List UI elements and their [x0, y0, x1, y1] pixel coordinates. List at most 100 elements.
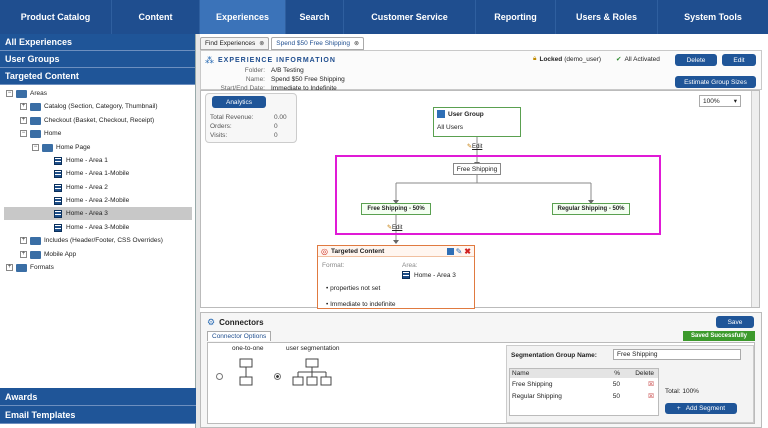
tree-node-checkout[interactable]: + Checkout (Basket, Checkout, Receipt) [20, 114, 154, 127]
nav-system-tools[interactable]: System Tools [658, 0, 768, 34]
nav-content[interactable]: Content [112, 0, 200, 34]
tree-node-home-area-1-mobile[interactable]: Home - Area 1-Mobile [54, 167, 129, 180]
folder-icon [42, 143, 53, 152]
accordion-all-experiences[interactable]: All Experiences [0, 34, 195, 51]
collapse-icon[interactable]: − [20, 130, 27, 137]
user-group-node[interactable]: User Group All Users [433, 107, 521, 137]
folder-label: Folder: [244, 67, 265, 74]
expand-icon[interactable]: + [20, 117, 27, 124]
check-icon: ✔ [616, 56, 622, 63]
delete-button[interactable]: Delete [675, 54, 717, 66]
close-icon[interactable]: ⊗ [259, 40, 264, 47]
row-pct[interactable]: 50 [590, 393, 620, 400]
split-node[interactable]: Free Shipping [453, 163, 501, 175]
tree-node-home-page[interactable]: − Home Page [32, 141, 90, 154]
nav-search[interactable]: Search [286, 0, 344, 34]
radio-user-segmentation[interactable] [274, 373, 281, 380]
edit-label: Edit [472, 143, 483, 150]
tab-spend-50-free-shipping[interactable]: Spend $50 Free Shipping ⊗ [271, 37, 365, 50]
connectors-heading: ⚙ Connectors [207, 317, 264, 328]
main-panel: Find Experiences ⊗ Spend $50 Free Shippin… [200, 34, 768, 428]
tree-label: Includes (Header/Footer, CSS Overrides) [44, 237, 163, 244]
accordion-targeted-content[interactable]: Targeted Content [0, 68, 195, 85]
tree-node-catalog[interactable]: + Catalog (Section, Category, Thumbnail) [20, 100, 158, 113]
left-panel: All Experiences User Groups Targeted Con… [0, 34, 196, 428]
tree-node-home-area-3-mobile[interactable]: Home - Area 3-Mobile [54, 221, 129, 234]
section-title: EXPERIENCE INFORMATION [218, 57, 336, 64]
area-value: Home - Area 3 [402, 271, 456, 279]
canvas-scrollbar[interactable] [751, 91, 759, 307]
editor-tabs: Find Experiences ⊗ Spend $50 Free Shippin… [200, 37, 366, 50]
edit-button[interactable]: Edit [722, 54, 756, 66]
folder-icon [30, 250, 41, 259]
target-icon: ◎ [321, 246, 328, 256]
branch-regular-shipping[interactable]: Regular Shipping - 50% [552, 203, 630, 215]
edit-link-1[interactable]: ✎ Edit [467, 143, 483, 151]
segmentation-box: Segmentation Group Name: Free Shipping N… [506, 345, 754, 423]
add-segment-button[interactable]: + Add Segment [665, 403, 737, 414]
radio-one-to-one[interactable] [216, 373, 223, 380]
delete-icon[interactable]: ☒ [620, 392, 654, 400]
close-icon[interactable]: ✖ [464, 247, 471, 256]
nav-reporting[interactable]: Reporting [476, 0, 556, 34]
grid-icon[interactable] [446, 247, 454, 255]
seg-group-input[interactable]: Free Shipping [613, 349, 741, 360]
tree-label: Home - Area 1 [66, 157, 108, 164]
lock-icon: 🔒︎ [533, 55, 537, 62]
tree-node-home-area-2-mobile[interactable]: Home - Area 2-Mobile [54, 194, 129, 207]
edit-icon[interactable]: ✎ [456, 247, 463, 256]
collapse-icon[interactable]: − [6, 90, 13, 97]
collapse-icon[interactable]: − [32, 144, 39, 151]
add-segment-label: Add Segment [685, 405, 726, 412]
delete-icon[interactable]: ☒ [620, 380, 654, 388]
folder-icon [16, 89, 27, 98]
expand-icon[interactable]: + [20, 251, 27, 258]
tree-label: Home - Area 3-Mobile [66, 224, 130, 231]
area-icon [54, 209, 62, 218]
targeted-content-node[interactable]: ◎ Targeted Content ✎ ✖ Format: Area: Hom… [317, 245, 475, 309]
nav-customer-service[interactable]: Customer Service [344, 0, 476, 34]
tree-label: Formats [30, 264, 54, 271]
expand-icon[interactable]: + [20, 237, 27, 244]
locked-user: (demo_user) [564, 55, 602, 63]
tree-node-formats[interactable]: + Formats [6, 261, 54, 274]
save-button[interactable]: Save [716, 316, 754, 328]
tree-node-home[interactable]: − Home [20, 127, 61, 140]
area-label: Area: [402, 262, 418, 269]
row-pct[interactable]: 50 [590, 381, 620, 388]
edit-label: Edit [392, 224, 403, 231]
close-icon[interactable]: ⊗ [354, 40, 359, 47]
expand-icon[interactable]: + [20, 103, 27, 110]
estimate-group-sizes-button[interactable]: Estimate Group Sizes [675, 76, 756, 88]
tree-node-home-area-1[interactable]: Home - Area 1 [54, 154, 108, 167]
area-icon [54, 223, 62, 232]
area-icon [54, 156, 62, 165]
section-heading: ⁂ EXPERIENCE INFORMATION [205, 55, 336, 66]
segment-table: Name % Delete Free Shipping 50 ☒ Regular… [509, 368, 659, 416]
expand-icon[interactable]: + [6, 264, 13, 271]
accordion-email-templates[interactable]: Email Templates [0, 406, 196, 424]
tree-node-home-area-2[interactable]: Home - Area 2 [54, 181, 108, 194]
name-label: Name: [245, 76, 265, 83]
tab-find-experiences[interactable]: Find Experiences ⊗ [200, 37, 270, 50]
tree-label: Home [44, 130, 62, 137]
tree-node-includes[interactable]: + Includes (Header/Footer, CSS Overrides) [20, 234, 163, 247]
node-header: User Group [434, 108, 520, 120]
row-name: Regular Shipping [512, 392, 562, 400]
accordion-awards[interactable]: Awards [0, 388, 196, 406]
tree-node-mobile-app[interactable]: + Mobile App [20, 248, 76, 261]
accordion-user-groups[interactable]: User Groups [0, 51, 195, 68]
connectors-title: Connectors [219, 318, 264, 327]
nav-users-roles[interactable]: Users & Roles [556, 0, 658, 34]
tab-connector-options[interactable]: Connector Options [207, 331, 272, 341]
branch-free-shipping[interactable]: Free Shipping - 50% [361, 203, 431, 215]
tree-node-home-area-3[interactable]: Home - Area 3 [4, 207, 192, 220]
activation-status: ✔ All Activated [616, 55, 660, 64]
name-value: Spend $50 Free Shipping [271, 76, 345, 83]
nav-experiences[interactable]: Experiences [200, 0, 286, 34]
edit-link-2[interactable]: ✎ Edit [387, 224, 403, 232]
nav-product-catalog[interactable]: Product Catalog [0, 0, 112, 34]
area-icon [54, 196, 62, 205]
tree-node-areas[interactable]: − Areas [6, 87, 47, 100]
locked-status: 🔒︎ Locked (demo_user) [533, 55, 601, 63]
